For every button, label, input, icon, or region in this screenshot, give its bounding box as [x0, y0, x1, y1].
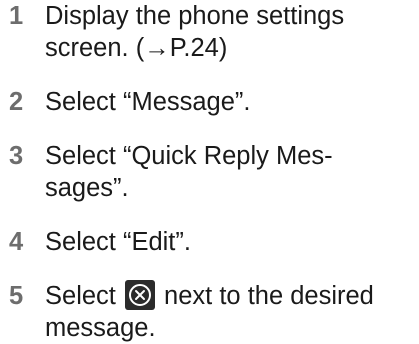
step-number: 1: [9, 2, 24, 30]
step-number: 2: [9, 88, 24, 116]
step-1: 1 Display the phone settings screen. (→P…: [0, 0, 419, 64]
step-2: 2 Select “Message”.: [0, 86, 419, 118]
step-5: 5 Select next to the desired message.: [0, 280, 419, 344]
step-text-after-icon: next to the desired: [156, 282, 374, 310]
step-text-line: Select “Message”.: [45, 88, 251, 116]
step-3: 3 Select “Quick Reply Mes- sages”.: [0, 140, 419, 204]
step-text-line: Select next to the desired: [45, 280, 419, 312]
step-text-line: Select “Quick Reply Mes-: [45, 142, 333, 170]
procedure-steps: 1 Display the phone settings screen. (→P…: [0, 0, 419, 344]
step-text-before-icon: Select: [45, 282, 123, 310]
step-number: 5: [9, 282, 24, 310]
delete-circle-x-icon: [124, 280, 155, 310]
step-4: 4 Select “Edit”.: [0, 226, 419, 258]
step-text-line: screen. (→P.24): [45, 34, 228, 62]
step-text-line: sages”.: [45, 174, 129, 202]
step-text-line: Display the phone settings: [45, 2, 345, 30]
step-number: 4: [9, 228, 24, 256]
step-text-line: message.: [45, 314, 156, 342]
step-number: 3: [9, 142, 24, 170]
step-text-line: Select “Edit”.: [45, 228, 191, 256]
